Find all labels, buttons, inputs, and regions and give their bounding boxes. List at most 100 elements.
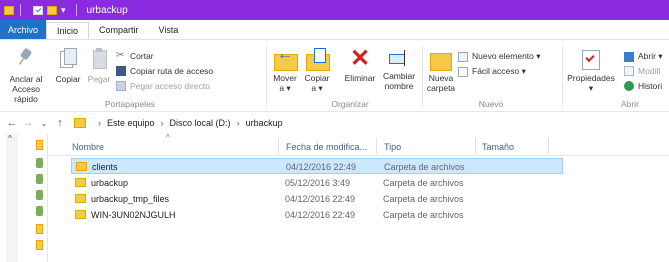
properties-button[interactable]: Propiedades ▾	[565, 48, 617, 93]
move-to-icon	[274, 48, 298, 71]
rename-icon	[389, 48, 409, 68]
nav-folder-icon[interactable]	[36, 224, 43, 234]
history-button[interactable]: Histori	[624, 81, 662, 91]
cut-button[interactable]: ✂ Cortar	[116, 50, 154, 62]
folder-icon	[75, 178, 86, 187]
new-folder-label: Nueva carpeta	[426, 73, 456, 93]
quick-access-dropdown-icon[interactable]: ▾	[61, 5, 66, 16]
tab-inicio[interactable]: Inicio	[46, 22, 90, 39]
up-arrow-icon[interactable]: ↑	[52, 117, 68, 129]
recent-locations-chevron-icon[interactable]: ⌄	[36, 119, 52, 128]
file-name: urbackup	[91, 178, 129, 188]
file-type: Carpeta de archivos	[383, 210, 464, 220]
copy-to-button[interactable]: Copiar a ▾	[300, 48, 334, 93]
column-resize-handle[interactable]	[548, 138, 549, 154]
column-header-date[interactable]: Fecha de modifica...	[286, 142, 367, 152]
column-header-name[interactable]: Nombre	[72, 142, 104, 152]
file-date: 05/12/2016 3:49	[285, 178, 351, 188]
modify-button[interactable]: Modifi	[624, 66, 661, 76]
file-type: Carpeta de archivos	[384, 162, 465, 172]
rename-button[interactable]: Cambiar nombre	[380, 48, 418, 91]
pin-quick-access-button[interactable]: Anclar al Acceso rápido	[2, 48, 50, 104]
column-resize-handle[interactable]	[475, 138, 476, 154]
file-row-clients[interactable]: clients 04/12/2016 22:49 Carpeta de arch…	[71, 158, 563, 174]
chevron-right-icon[interactable]: ›	[161, 118, 164, 128]
history-icon	[624, 81, 634, 91]
paste-button[interactable]: Pegar	[85, 48, 113, 84]
new-folder-quick-icon[interactable]	[47, 5, 57, 15]
chevron-right-icon[interactable]: ›	[237, 118, 240, 128]
open-icon	[624, 51, 634, 62]
cut-label: Cortar	[130, 51, 154, 61]
divider	[562, 46, 563, 106]
edit-icon	[624, 66, 634, 76]
back-arrow-icon[interactable]: ←	[4, 117, 20, 129]
nav-network-icon[interactable]	[36, 206, 43, 216]
file-row-win-3un02njgulh[interactable]: WIN-3UN02NJGULH 04/12/2016 22:49 Carpeta…	[71, 207, 563, 223]
file-date: 04/12/2016 22:49	[285, 210, 356, 220]
breadcrumb-este-equipo[interactable]: Este equipo	[107, 118, 155, 128]
tab-archivo[interactable]: Archivo	[0, 20, 47, 39]
properties-icon	[581, 48, 601, 70]
properties-quick-icon[interactable]	[33, 5, 43, 15]
column-header-type[interactable]: Tipo	[384, 142, 401, 152]
file-row-urbackup-tmp-files[interactable]: urbackup_tmp_files 04/12/2016 22:49 Carp…	[71, 191, 563, 207]
group-label-abrir: Abrir	[621, 99, 639, 109]
divider	[266, 46, 267, 106]
divider	[422, 46, 423, 106]
copy-button[interactable]: Copiar	[54, 48, 82, 84]
breadcrumb-urbackup[interactable]: urbackup	[246, 118, 283, 128]
scroll-up-arrow-icon[interactable]: ^	[8, 134, 12, 143]
delete-button[interactable]: ✕ Eliminar	[340, 45, 380, 84]
new-item-icon	[458, 51, 468, 62]
file-name: urbackup_tmp_files	[91, 194, 170, 204]
history-label: Histori	[638, 81, 663, 91]
open-button[interactable]: Abrir ▾	[624, 51, 663, 62]
new-folder-button[interactable]: Nueva carpeta	[426, 48, 456, 93]
breadcrumb-disco-local[interactable]: Disco local (D:)	[170, 118, 231, 128]
paste-shortcut-button[interactable]: Pegar acceso directo	[116, 81, 210, 91]
address-bar: ← → ⌄ ↑ › Este equipo › Disco local (D:)…	[0, 112, 669, 134]
file-name: clients	[92, 162, 118, 172]
scissors-icon: ✂	[116, 50, 125, 61]
group-label-organizar: Organizar	[331, 99, 369, 109]
chevron-right-icon[interactable]: ›	[98, 118, 101, 128]
forward-arrow-icon[interactable]: →	[20, 117, 36, 129]
window-title: urbackup	[86, 4, 128, 16]
column-header-size[interactable]: Tamaño	[482, 142, 514, 152]
folder-icon	[75, 210, 86, 219]
nav-network-icon[interactable]	[36, 174, 43, 184]
copy-label: Copiar	[55, 74, 81, 84]
file-row-urbackup[interactable]: urbackup 05/12/2016 3:49 Carpeta de arch…	[71, 175, 563, 191]
nav-network-icon[interactable]	[36, 190, 43, 200]
pin-icon	[17, 48, 35, 66]
file-name: WIN-3UN02NJGULH	[91, 210, 176, 220]
group-label-nuevo: Nuevo	[478, 99, 504, 109]
nav-folder-icon[interactable]	[36, 240, 43, 250]
file-type: Carpeta de archivos	[383, 178, 464, 188]
easy-access-label: Fácil acceso ▾	[472, 66, 526, 76]
move-to-label: Mover a ▾	[273, 73, 297, 93]
folder-icon	[4, 5, 14, 15]
modify-label: Modifi	[638, 66, 661, 76]
properties-label: Propiedades	[567, 73, 615, 83]
easy-access-icon	[458, 66, 468, 77]
nav-scrollbar[interactable]: ^	[6, 134, 18, 262]
file-date: 04/12/2016 22:49	[286, 162, 357, 172]
column-resize-handle[interactable]	[278, 138, 279, 154]
easy-access-button[interactable]: Fácil acceso ▾	[458, 66, 526, 77]
nav-network-icon[interactable]	[36, 158, 43, 168]
copy-path-button[interactable]: Copiar ruta de acceso	[116, 66, 213, 76]
column-resize-handle[interactable]	[376, 138, 377, 154]
move-to-button[interactable]: Mover a ▾	[270, 48, 300, 93]
copy-to-label: Copiar a ▾	[304, 73, 330, 93]
nav-folder-icon[interactable]	[36, 140, 43, 150]
new-item-button[interactable]: Nuevo elemento ▾	[458, 51, 541, 62]
tab-compartir[interactable]: Compartir	[89, 20, 149, 39]
pin-label: Anclar al Acceso rápido	[9, 74, 43, 104]
folder-icon	[76, 162, 87, 171]
copy-path-label: Copiar ruta de acceso	[130, 66, 214, 76]
tab-vista[interactable]: Vista	[149, 20, 189, 39]
folder-icon	[75, 194, 86, 203]
delete-icon: ✕	[349, 45, 371, 72]
